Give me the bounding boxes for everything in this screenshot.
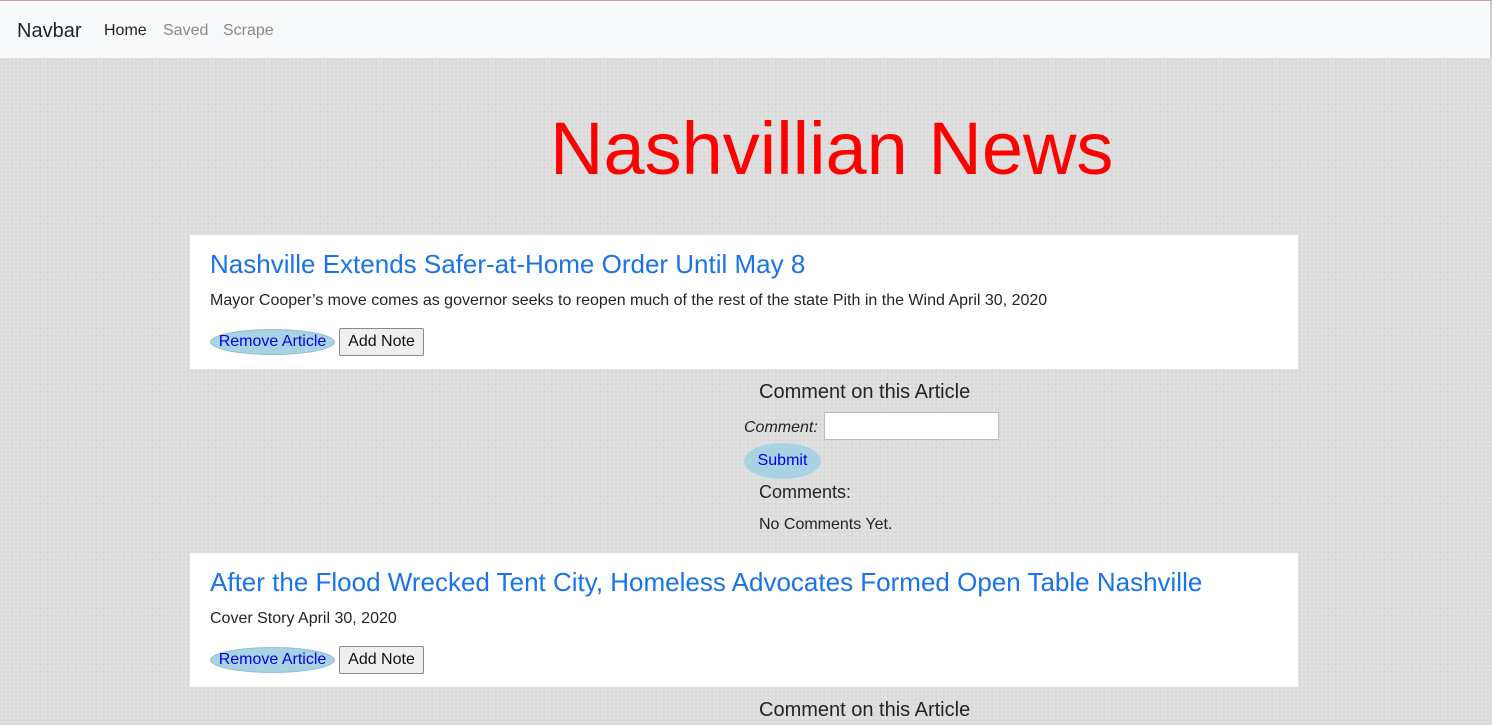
navbar: Navbar Home Saved Scrape [0,1,1492,58]
comment-input[interactable] [824,412,999,440]
nav-link-scrape[interactable]: Scrape [223,21,274,41]
page-title: Nashvillian News [550,107,1114,190]
navbar-brand[interactable]: Navbar [17,19,81,43]
comment-section-heading: Comment on this Article [759,699,971,721]
remove-article-button[interactable]: Remove Article [210,329,335,355]
comments-heading: Comments: [759,482,852,502]
add-note-button[interactable]: Add Note [339,328,424,356]
article-card: After the Flood Wrecked Tent City, Homel… [190,553,1298,687]
article-card: Nashville Extends Safer-at-Home Order Un… [190,235,1298,369]
article-title-link[interactable]: Nashville Extends Safer-at-Home Order Un… [210,248,805,280]
no-comments-text: No Comments Yet. [759,516,893,533]
remove-article-button[interactable]: Remove Article [210,647,335,673]
add-note-button[interactable]: Add Note [339,646,424,674]
nav-link-saved[interactable]: Saved [163,21,208,41]
comment-label: Comment: [744,419,818,436]
nav-link-home[interactable]: Home [104,21,147,41]
article-title-link[interactable]: After the Flood Wrecked Tent City, Homel… [210,566,1202,598]
article-summary: Cover Story April 30, 2020 [210,610,397,627]
submit-comment-button[interactable]: Submit [744,443,821,479]
comment-section-heading: Comment on this Article [759,381,971,403]
article-summary: Mayor Cooper’s move comes as governor se… [210,292,1048,309]
